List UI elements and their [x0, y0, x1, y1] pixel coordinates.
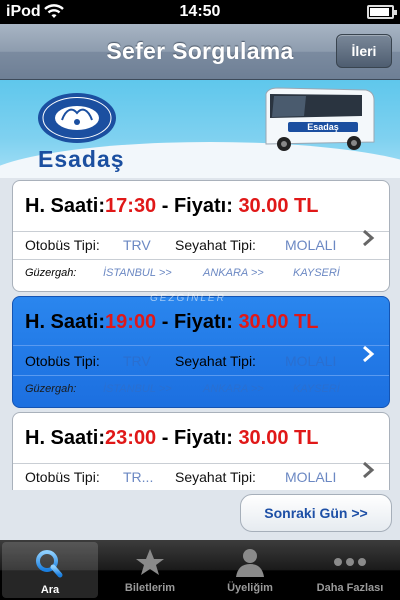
- tab-label: Üyeliğim: [227, 582, 273, 594]
- hour-label: H. Saati:: [25, 427, 106, 449]
- bus-type-value: TRV: [123, 237, 151, 253]
- departure-time: 17:30: [105, 195, 157, 217]
- tab-more[interactable]: Daha Fazlası: [300, 540, 400, 600]
- watermark: GEZGİNLER: [150, 293, 226, 304]
- route-stop: ANKARA >>: [203, 267, 264, 279]
- price-label: - Fiyatı:: [161, 427, 233, 449]
- divider: [13, 231, 389, 232]
- divider: [13, 463, 389, 464]
- bus-image: Esadaş: [265, 87, 375, 151]
- travel-type-value: MOLALI: [285, 237, 337, 253]
- trip-card-selected[interactable]: H. Saati:19:00 - Fiyatı: 30.00 TL Otobüs…: [12, 296, 390, 408]
- tab-label: Biletlerim: [124, 582, 176, 594]
- svg-text:Esadaş: Esadaş: [307, 122, 339, 132]
- price-label: - Fiyatı:: [161, 311, 233, 333]
- person-icon: [236, 549, 264, 577]
- tab-label: Ara: [40, 584, 60, 596]
- tab-membership[interactable]: Üyeliğim: [200, 540, 300, 600]
- bus-type-value: TR...: [123, 469, 154, 485]
- ticket-price: 30.00 TL: [238, 311, 319, 333]
- divider: [13, 345, 389, 346]
- travel-type-value: MOLALI: [285, 353, 337, 369]
- price-label: - Fiyatı:: [161, 195, 233, 217]
- trip-header-row: H. Saati:17:30 - Fiyatı: 30.00 TL: [25, 195, 318, 218]
- route-stop: İSTANBUL >>: [103, 267, 172, 279]
- divider: [13, 375, 389, 376]
- departure-time: 23:00: [105, 427, 157, 449]
- navigation-bar: Sefer Sorgulama İleri: [0, 24, 400, 80]
- chevron-right-icon: [363, 229, 375, 247]
- trip-header-row: H. Saati:19:00 - Fiyatı: 30.00 TL: [25, 311, 318, 334]
- tab-label: Daha Fazlası: [316, 582, 384, 594]
- route-label: Güzergah:: [25, 267, 77, 279]
- next-day-button[interactable]: Sonraki Gün >>: [240, 494, 392, 532]
- tab-bar: Ara Biletlerim Üyeliğim Daha Fazlası: [0, 540, 400, 600]
- chevron-right-icon: [363, 461, 375, 479]
- route-label: Güzergah:: [25, 383, 77, 395]
- next-button[interactable]: İleri: [336, 34, 392, 68]
- route-stop: ANKARA >>: [203, 383, 264, 395]
- ticket-price: 30.00 TL: [238, 195, 319, 217]
- route-stop: İSTANBUL >>: [103, 383, 172, 395]
- travel-type-label: Seyahat Tipi:: [175, 469, 256, 485]
- clock: 14:50: [179, 3, 221, 20]
- travel-type-label: Seyahat Tipi:: [175, 237, 256, 253]
- bus-type-label: Otobüs Tipi:: [25, 237, 100, 253]
- battery-icon: [367, 5, 397, 19]
- bus-type-value: TRV: [123, 353, 151, 369]
- route-stop: KAYSERİ: [293, 383, 340, 395]
- bus-type-label: Otobüs Tipi:: [25, 353, 100, 369]
- status-bar: iPod 14:50: [0, 0, 400, 24]
- trip-card[interactable]: H. Saati:23:00 - Fiyatı: 30.00 TL Otobüs…: [12, 412, 390, 490]
- hour-label: H. Saati:: [25, 311, 106, 333]
- ticket-price: 30.00 TL: [238, 427, 319, 449]
- brand-name: Esadaş: [38, 146, 125, 172]
- travel-type-label: Seyahat Tipi:: [175, 353, 256, 369]
- list-footer: Sonraki Gün >>: [0, 490, 400, 540]
- star-icon: [136, 549, 164, 575]
- departure-time: 19:00: [105, 311, 157, 333]
- bus-type-label: Otobüs Tipi:: [25, 469, 100, 485]
- divider: [13, 259, 389, 260]
- more-icon: [334, 558, 366, 566]
- hour-label: H. Saati:: [25, 195, 106, 217]
- search-icon: [36, 550, 63, 578]
- tab-tickets[interactable]: Biletlerim: [100, 540, 200, 600]
- trip-header-row: H. Saati:23:00 - Fiyatı: 30.00 TL: [25, 427, 318, 450]
- brand-logo: [38, 93, 116, 143]
- tab-search[interactable]: Ara: [2, 542, 98, 598]
- route-stop: KAYSERİ: [293, 267, 340, 279]
- header-banner: Esadaş Esadaş: [0, 80, 400, 178]
- trip-card[interactable]: H. Saati:17:30 - Fiyatı: 30.00 TL Otobüs…: [12, 180, 390, 292]
- trip-list[interactable]: H. Saati:17:30 - Fiyatı: 30.00 TL Otobüs…: [0, 178, 400, 490]
- chevron-right-icon: [363, 345, 375, 363]
- travel-type-value: MOLALI: [285, 469, 337, 485]
